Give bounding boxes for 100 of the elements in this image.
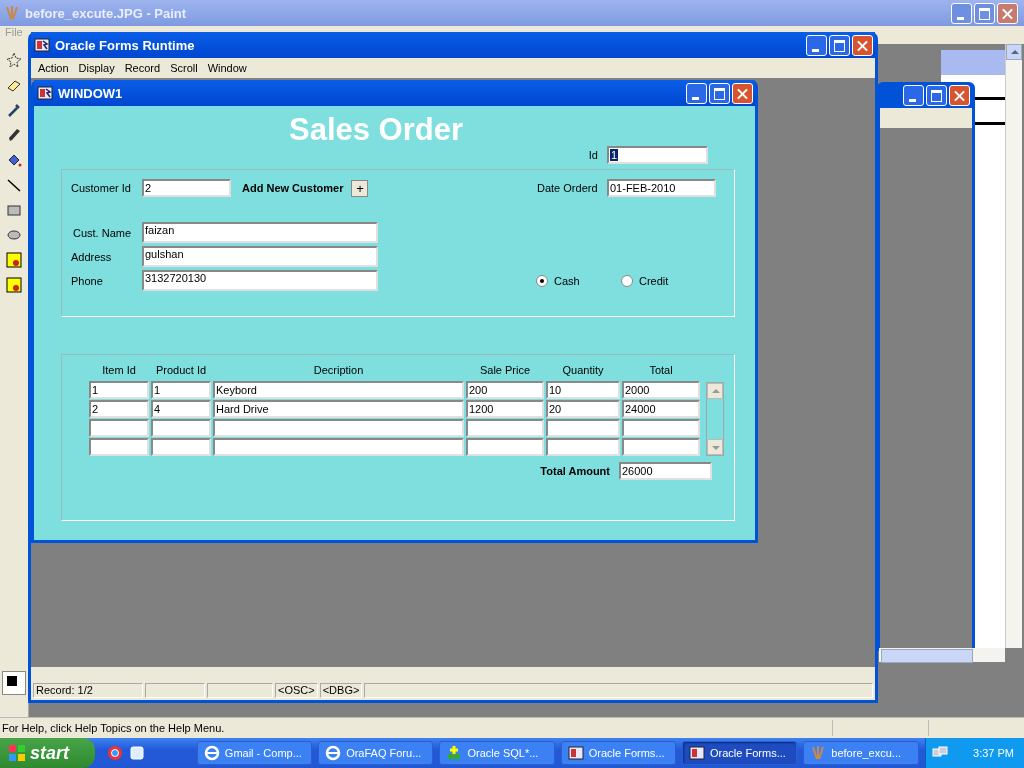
menu-item[interactable]: Window [202, 62, 252, 74]
close-button[interactable] [852, 34, 873, 56]
paint-brushes-icon [810, 745, 827, 761]
radio-option[interactable]: Cash [536, 274, 621, 287]
date-field[interactable]: 01-FEB-2010 [607, 179, 716, 197]
window-title: before_excute.JPG - Paint [25, 5, 188, 21]
table-cell[interactable] [546, 419, 620, 437]
status-indicator: <DBG> [319, 683, 363, 698]
table-cell[interactable] [89, 438, 149, 456]
table-cell[interactable] [622, 438, 700, 456]
add-customer-button[interactable]: + [351, 179, 369, 197]
table-cell[interactable]: Hard Drive [213, 400, 464, 418]
rectangle-icon[interactable] [6, 202, 22, 218]
minimize-button[interactable] [903, 84, 924, 106]
status-text: For Help, click Help Topics on the Help Menu. [1, 722, 226, 734]
taskbar-button[interactable]: Oracle Forms... [682, 741, 798, 765]
scroll-down-button[interactable] [707, 439, 723, 455]
table-cell[interactable] [89, 419, 149, 437]
fill-bucket-icon[interactable] [6, 152, 22, 168]
table-cell[interactable] [546, 438, 620, 456]
taskbar-button[interactable]: before_excu... [803, 741, 919, 765]
table-cell[interactable]: Keybord [213, 381, 464, 399]
table-cell[interactable] [622, 419, 700, 437]
maximize-button[interactable] [926, 84, 947, 106]
minimize-button[interactable] [686, 82, 707, 104]
maximize-button[interactable] [974, 2, 995, 24]
table-cell[interactable]: 1 [89, 381, 149, 399]
status-cell [145, 683, 205, 698]
customer-id-field[interactable]: 2 [142, 179, 231, 197]
table-cell[interactable]: 2000 [622, 381, 700, 399]
text-field[interactable]: gulshan [142, 246, 378, 267]
vertical-scrollbar[interactable] [706, 382, 724, 456]
table-cell[interactable]: 4 [151, 400, 211, 418]
start-button[interactable]: start [0, 738, 96, 768]
window-title: Oracle Forms Runtime [55, 37, 196, 53]
minimize-button[interactable] [806, 34, 827, 56]
maximize-button[interactable] [829, 34, 850, 56]
table-cell[interactable]: 200 [466, 381, 544, 399]
table-cell[interactable] [213, 419, 464, 437]
table-cell[interactable] [151, 419, 211, 437]
select-icon[interactable] [6, 52, 22, 68]
line-icon[interactable] [6, 177, 22, 193]
taskbar-button[interactable]: OraFAQ Foru... [318, 741, 434, 765]
column-header: Decription [312, 364, 365, 378]
vertical-scrollbar[interactable] [1005, 44, 1022, 648]
column-header: Total [648, 364, 674, 378]
menu-item[interactable]: Action [33, 62, 74, 74]
column-header: Item Id [101, 364, 137, 378]
plus-disk-icon [446, 745, 463, 761]
table-cell[interactable]: 10 [546, 381, 620, 399]
globe-e-icon [203, 745, 220, 761]
taskbar-button[interactable]: Oracle Forms... [560, 741, 676, 765]
menu-item[interactable]: Scroll [165, 62, 203, 74]
taskbar-button[interactable]: Gmail - Comp... [196, 741, 313, 765]
field-label: Cust. Name [72, 226, 133, 239]
horizontal-scrollbar[interactable] [879, 648, 1005, 662]
text-field[interactable]: faizan [142, 222, 378, 243]
tool-option-icon[interactable] [6, 277, 22, 293]
table-cell[interactable]: 1 [151, 381, 211, 399]
desktop-icon[interactable] [129, 745, 146, 761]
tool-option-icon[interactable] [6, 252, 22, 268]
color-picker-icon[interactable] [6, 102, 22, 118]
status-cell [207, 683, 273, 698]
table-cell[interactable]: 1200 [466, 400, 544, 418]
total-field[interactable]: 26000 [619, 462, 712, 480]
table-cell[interactable] [213, 438, 464, 456]
windows-logo-icon [8, 744, 26, 762]
color-swatch[interactable] [2, 671, 26, 695]
table-cell[interactable]: 20 [546, 400, 620, 418]
radio-option[interactable]: Credit [621, 274, 681, 287]
app-icon [567, 745, 584, 761]
close-button[interactable] [732, 82, 753, 104]
total-label: Total Amount [540, 465, 610, 477]
id-field[interactable]: 1 [607, 146, 708, 164]
status-indicator: <OSC> [275, 683, 318, 698]
text-field[interactable]: 3132720130 [142, 270, 378, 291]
scroll-up-button[interactable] [707, 383, 723, 399]
ellipse-icon[interactable] [6, 227, 22, 243]
table-cell[interactable]: 2 [89, 400, 149, 418]
maximize-button[interactable] [709, 82, 730, 104]
table-cell[interactable] [466, 438, 544, 456]
column-header: Sale Price [478, 364, 532, 378]
pencil-icon[interactable] [6, 127, 22, 143]
horizontal-scrollbar[interactable] [31, 667, 875, 681]
menu-item[interactable]: Record [119, 62, 166, 74]
table-cell[interactable] [466, 419, 544, 437]
scroll-up-button[interactable] [1006, 44, 1022, 60]
table-cell[interactable]: 24000 [622, 400, 700, 418]
field-label: Address [71, 250, 113, 263]
app-icon [689, 745, 705, 761]
close-button[interactable] [997, 2, 1018, 24]
browser-icon[interactable] [107, 745, 124, 761]
minimize-button[interactable] [951, 2, 972, 24]
taskbar-button[interactable]: Oracle SQL*... [439, 741, 555, 765]
field-label: Phone [71, 274, 104, 287]
close-button[interactable] [949, 84, 970, 106]
table-cell[interactable] [151, 438, 211, 456]
app-icon [37, 85, 53, 101]
paint-brushes-icon [4, 5, 20, 21]
menu-item[interactable]: Display [73, 62, 120, 74]
